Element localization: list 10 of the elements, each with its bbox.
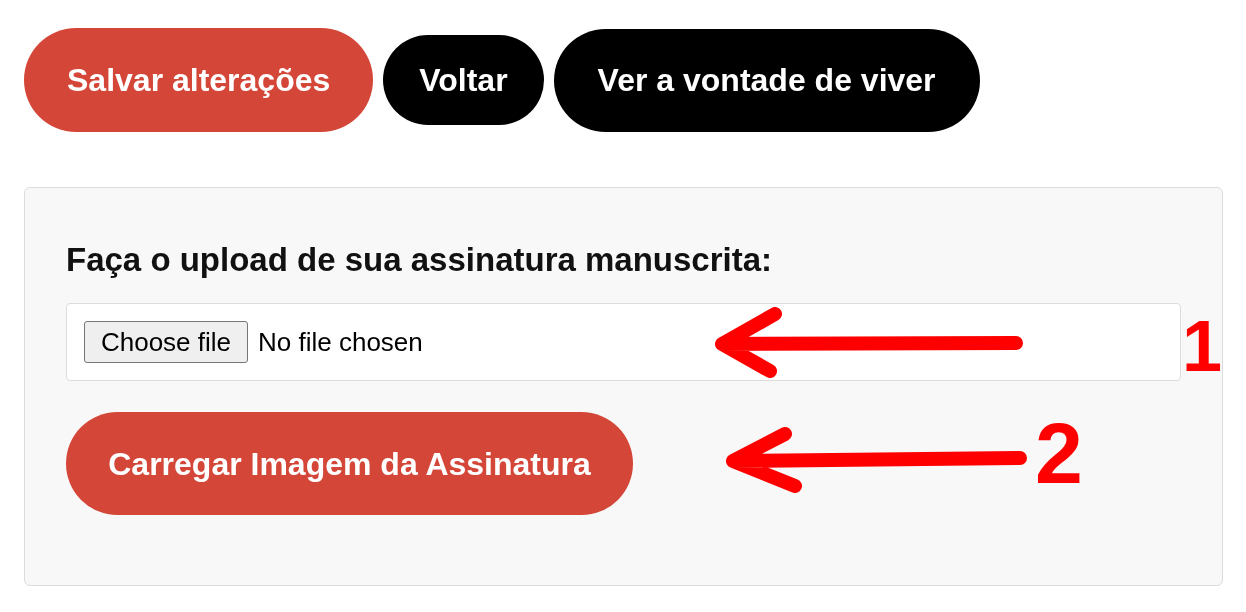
action-button[interactable]: Salvar alterações [24,28,374,132]
choose-file-button[interactable]: Choose file [84,321,248,363]
annotation-number: 2 [1035,410,1083,496]
file-input-field[interactable]: Choose file No file chosen [66,303,1181,381]
upload-signature-button[interactable]: Carregar Imagem da Assinatura [66,412,633,515]
annotation-number: 1 [1182,310,1223,382]
action-button[interactable]: Ver a vontade de viver [553,28,980,132]
action-button[interactable]: Voltar [383,35,544,125]
upload-heading: Faça o upload de sua assinatura manuscrita: [66,240,774,280]
file-status: No file chosen [258,325,423,359]
